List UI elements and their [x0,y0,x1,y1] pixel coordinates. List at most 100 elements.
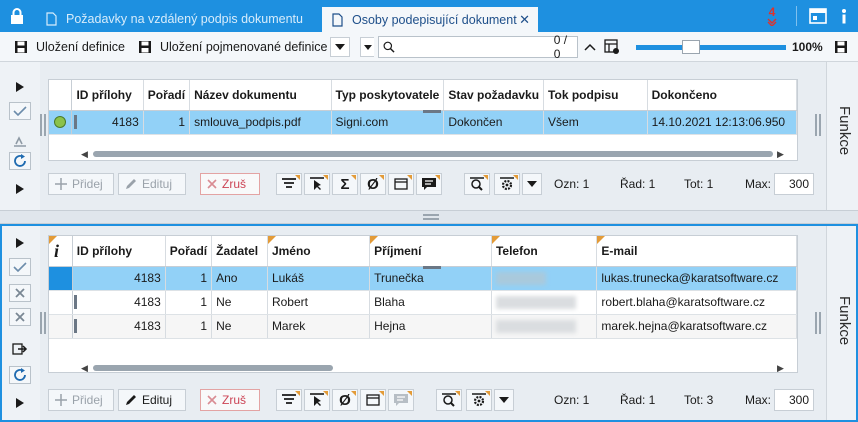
bottom-horizontal-scrollbar[interactable]: ◀ ▶ [73,362,793,374]
sign-hand-icon[interactable] [9,132,31,150]
lock-icon[interactable] [4,4,30,28]
grid-settings-button[interactable] [604,36,628,58]
max-rows-input[interactable]: 300 [774,173,814,195]
filter-rows-button[interactable] [276,173,302,195]
left-resize-handle[interactable] [40,312,46,334]
select-cursor-button[interactable] [304,389,330,411]
close-icon[interactable]: ✕ [519,12,530,28]
expand-arrow-icon[interactable] [9,180,31,198]
cell-order[interactable]: 1 [165,290,213,315]
save-zoom-button[interactable] [834,36,856,58]
search-previous-button[interactable] [584,36,604,58]
column-header[interactable]: Typ poskytovatele [331,80,445,111]
cell-first-name[interactable]: Robert [267,290,371,315]
cell-email[interactable]: robert.blaha@karatsoftware.cz [596,290,797,315]
cell-email[interactable]: marek.hejna@karatsoftware.cz [596,314,797,339]
search-box[interactable]: 0 / 0 [378,33,578,61]
help-icon[interactable] [832,4,856,28]
scrollbar-thumb[interactable] [93,151,773,157]
settings-button[interactable] [466,389,492,411]
top-horizontal-scrollbar[interactable]: ◀ ▶ [73,148,793,160]
comment-button[interactable] [388,389,414,411]
cell-requester[interactable]: Ne [211,314,268,339]
add-button[interactable]: Přidej [48,173,114,195]
zoom-search-button[interactable] [464,173,490,195]
panel-splitter[interactable] [0,210,858,224]
expand-arrow-icon[interactable] [9,234,31,252]
tab-remote-signing-requests[interactable]: Požadavky na vzdálený podpis dokumentu [36,5,320,32]
cell-email[interactable]: lukas.trunecka@karatsoftware.cz [596,266,797,291]
table-row[interactable]: 4183 1 smlouva_podpis.pdf Signi.com Doko… [49,110,798,135]
window-button[interactable] [360,389,386,411]
cancel-button[interactable]: Zruš [200,173,260,195]
scroll-left-icon[interactable]: ◀ [81,363,88,374]
zoom-slider[interactable] [636,40,786,54]
functions-label[interactable]: Funkce [829,296,853,345]
column-header[interactable]: E-mail [596,236,797,267]
right-resize-handle[interactable] [815,114,821,136]
cell-request-status[interactable]: Dokončen [443,110,545,135]
refresh-icon[interactable] [9,152,31,170]
filter-rows-button[interactable] [276,389,302,411]
cell-first-name[interactable]: Marek [267,314,371,339]
cell-phone[interactable] [491,266,598,291]
cell-phone[interactable] [491,314,598,339]
max-rows-input[interactable]: 300 [774,389,814,411]
search-options-dropdown[interactable] [360,37,374,57]
column-header[interactable]: Stav požadavku [443,80,545,111]
notifications-icon[interactable]: 4 [760,4,784,28]
cell-attachment-id[interactable]: 4183 [72,290,166,315]
save-definition-button[interactable]: Uložení definice [14,36,125,58]
row-marker-header[interactable]: i [49,236,73,267]
column-header[interactable]: Dokončeno [647,80,798,111]
zoom-slider-thumb[interactable] [682,40,701,54]
cancel-button[interactable]: Zruš [200,389,260,411]
scrollbar-thumb[interactable] [93,365,333,371]
select-cursor-button[interactable] [304,173,330,195]
cell-requester[interactable]: Ano [211,266,268,291]
cell-order[interactable]: 1 [165,266,213,291]
cell-attachment-id[interactable]: 4183 [71,110,144,135]
left-resize-handle[interactable] [40,114,46,136]
window-button[interactable] [388,173,414,195]
refresh-icon[interactable] [9,366,31,384]
cell-last-name[interactable]: Trunečka [369,266,492,291]
empty-values-button[interactable]: Ø [332,389,358,411]
column-header[interactable]: Žadatel [211,236,268,267]
empty-values-button[interactable]: Ø [360,173,386,195]
confirm-check-icon[interactable] [9,102,31,120]
cell-last-name[interactable]: Hejna [369,314,492,339]
sum-button[interactable]: Σ [332,173,358,195]
zoom-search-button[interactable] [436,389,462,411]
scroll-left-icon[interactable]: ◀ [81,149,88,160]
cell-order[interactable]: 1 [165,314,213,339]
export-icon[interactable] [9,340,31,358]
scroll-right-icon[interactable]: ▶ [777,363,784,374]
table-row[interactable]: 4183 1 Ne Robert Blaha robert.blaha@kara… [49,290,797,315]
window-layout-icon[interactable] [806,4,830,28]
column-header[interactable]: Příjmení [369,236,492,267]
column-header[interactable]: Telefon [491,236,598,267]
cell-attachment-id[interactable]: 4183 [72,314,166,339]
cell-phone[interactable] [491,290,598,315]
cell-completed[interactable]: 14.10.2021 12:13:06.950 [647,110,798,135]
table-row[interactable]: 4183 1 Ano Lukáš Trunečka lukas.trunecka… [49,266,797,291]
settings-button[interactable] [494,173,520,195]
cell-document-name[interactable]: smlouva_podpis.pdf [189,110,332,135]
column-header[interactable]: Jméno [267,236,371,267]
cell-provider-type[interactable]: Signi.com [331,110,445,135]
column-header[interactable]: ID přílohy [71,80,144,111]
functions-label[interactable]: Funkce [829,106,853,155]
scroll-right-icon[interactable]: ▶ [777,149,784,160]
cell-attachment-id[interactable]: 4183 [72,266,166,291]
more-options-dropdown[interactable] [522,173,542,195]
cell-order[interactable]: 1 [143,110,191,135]
column-header[interactable]: ID přílohy [72,236,166,267]
table-row[interactable]: 4183 1 Ne Marek Hejna marek.hejna@karats… [49,314,797,339]
column-header[interactable]: Název dokumentu [189,80,332,111]
expand-arrow-icon[interactable] [9,78,31,96]
tab-signing-persons[interactable]: Osoby podepisující dokument ✕ [322,5,538,32]
expand-arrow-icon[interactable] [9,394,31,412]
delete-x-icon[interactable] [9,284,31,302]
definition-dropdown-button[interactable] [330,37,350,57]
